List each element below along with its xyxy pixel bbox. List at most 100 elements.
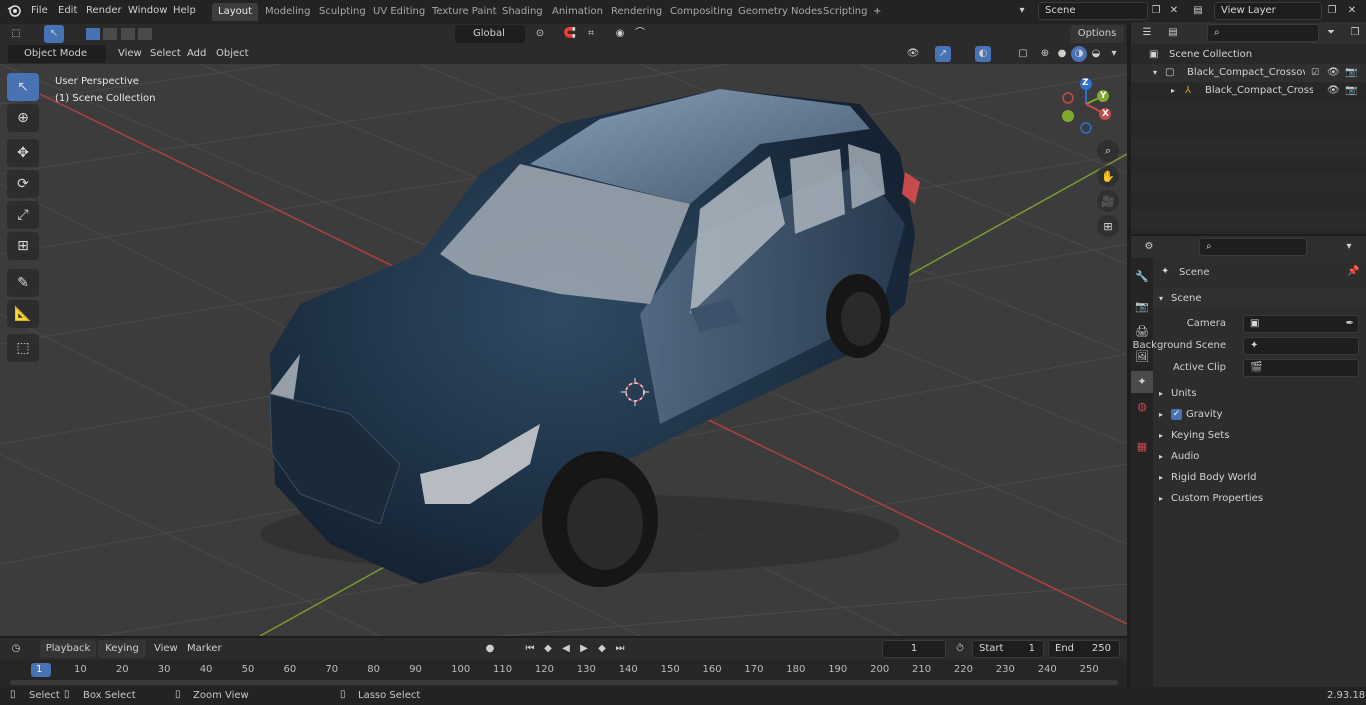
filter-icon[interactable]: ⏷ [1323, 25, 1339, 41]
visibility-icon[interactable]: 👁 [905, 46, 921, 62]
end-frame-field[interactable]: End 250 [1048, 640, 1120, 658]
checkbox-icon[interactable]: ☑ [1311, 64, 1319, 82]
eyedropper-icon[interactable]: ✒ [1346, 316, 1354, 332]
playback-menu[interactable]: Playback [40, 640, 96, 658]
ortho-toggle-icon[interactable]: ⊞ [1097, 215, 1119, 237]
scene-tab-icon[interactable]: ✦ [1131, 371, 1153, 393]
object-mode-dropdown[interactable]: Object Mode [8, 45, 106, 63]
timeline[interactable]: 1 10 20 30 40 50 60 70 80 90 100 110 120 130 140 150 160… [0, 660, 1127, 687]
eye-icon[interactable]: 👁 [1327, 64, 1340, 82]
tab-sculpting[interactable]: Sculpting [313, 3, 372, 21]
panel-audio[interactable]: ▸ Audio [1153, 446, 1366, 467]
menu-edit[interactable]: Edit [58, 0, 77, 22]
tool-transform[interactable]: ⊞ [7, 232, 39, 260]
display-mode-icon[interactable]: ▤ [1165, 25, 1181, 41]
background-scene-field[interactable]: ✦ [1243, 337, 1359, 355]
outliner-search-input[interactable]: ⌕ [1207, 24, 1319, 42]
play-reverse-icon[interactable]: ◀ [558, 641, 574, 657]
eye-icon[interactable]: 👁 [1327, 82, 1340, 100]
select-tool-icon[interactable]: ↖ [44, 25, 64, 43]
menu-help[interactable]: Help [173, 0, 196, 22]
overlay-icon[interactable]: ◐ [975, 46, 991, 62]
viewport-menu-select[interactable]: Select [150, 44, 181, 64]
viewport-menu-object[interactable]: Object [216, 44, 249, 64]
proportional-edit-icon[interactable]: ◉ [612, 26, 628, 42]
solid-shading-icon[interactable]: ● [1054, 46, 1070, 62]
xray-icon[interactable]: ▢ [1015, 46, 1031, 62]
outliner-row[interactable]: ▾ ▢ Black_Compact_Crossover_SUV ☑ 👁 📷 [1131, 64, 1366, 82]
tool-tab-icon[interactable]: 🔧 [1131, 266, 1153, 288]
tab-animation[interactable]: Animation [546, 3, 609, 21]
panel-gravity[interactable]: ▸ ✓ Gravity [1153, 404, 1366, 425]
options-button[interactable]: Options [1070, 25, 1124, 43]
tab-layout[interactable]: Layout [212, 3, 258, 21]
jump-end-icon[interactable]: ⏭ [612, 641, 628, 657]
properties-options-icon[interactable]: ▾ [1341, 239, 1357, 255]
outliner-row[interactable]: ▸ ⅄ Black_Compact_Crossover 👁 📷 [1131, 82, 1366, 100]
menu-window[interactable]: Window [128, 0, 167, 22]
next-keyframe-icon[interactable]: ◆ [594, 641, 610, 657]
selection-mode-group[interactable] [78, 25, 160, 43]
rendered-shading-icon[interactable]: ◒ [1088, 46, 1104, 62]
close-scene-icon[interactable]: ✕ [1166, 3, 1182, 19]
play-icon[interactable]: ▶ [576, 641, 592, 657]
tool-rotate[interactable]: ⟳ [7, 170, 39, 198]
new-collection-icon[interactable]: ❐ [1347, 25, 1363, 41]
pin-icon[interactable]: 📌 [1347, 266, 1359, 277]
keying-menu[interactable]: Keying [98, 640, 146, 658]
properties-search-input[interactable]: ⌕ [1199, 238, 1307, 256]
tool-move[interactable]: ✥ [7, 139, 39, 167]
snap-target-icon[interactable]: ⌗ [583, 26, 599, 42]
close-layer-icon[interactable]: ✕ [1344, 3, 1360, 19]
timeline-marker-menu[interactable]: Marker [187, 639, 222, 659]
tab-shading[interactable]: Shading [496, 3, 549, 21]
prev-keyframe-icon[interactable]: ◆ [540, 641, 556, 657]
scene-name-field[interactable]: Scene [1038, 2, 1148, 20]
gizmo-icon[interactable]: ↗ [935, 46, 951, 62]
record-icon[interactable]: ● [482, 641, 498, 657]
tool-measure[interactable]: 📐 [7, 300, 39, 328]
panel-rigid-body-world[interactable]: ▸ Rigid Body World [1153, 467, 1366, 488]
viewport-menu-view[interactable]: View [118, 44, 142, 64]
tab-uv-editing[interactable]: UV Editing [367, 3, 431, 21]
tab-geometry-nodes[interactable]: Geometry Nodes [732, 3, 828, 21]
menu-render[interactable]: Render [86, 0, 122, 22]
falloff-icon[interactable]: ⌒ [632, 26, 648, 42]
timeline-scrollbar[interactable] [10, 680, 1118, 685]
tab-texture-paint[interactable]: Texture Paint [426, 3, 503, 21]
shading-options-icon[interactable]: ▾ [1106, 46, 1122, 62]
current-frame-field[interactable]: 1 [882, 640, 946, 658]
outliner-root-row[interactable]: ▣ Scene Collection [1131, 46, 1366, 64]
panel-custom-properties[interactable]: ▸ Custom Properties [1153, 488, 1366, 509]
panel-keying-sets[interactable]: ▸ Keying Sets [1153, 425, 1366, 446]
editor-type-icon[interactable]: ⬚ [8, 26, 24, 42]
zoom-view-icon[interactable]: ⌕ [1097, 140, 1119, 162]
view-layer-field[interactable]: View Layer [1214, 2, 1322, 20]
stopwatch-icon[interactable]: ⏱ [952, 641, 968, 657]
tab-compositing[interactable]: Compositing [664, 3, 739, 21]
camera-view-icon[interactable]: 🎥 [1097, 190, 1119, 212]
jump-start-icon[interactable]: ⏮ [522, 641, 538, 657]
properties-editor-icon[interactable]: ⚙ [1141, 239, 1157, 255]
tool-scale[interactable]: ⤢ [7, 201, 39, 229]
duplicate-layer-icon[interactable]: ❐ [1324, 3, 1340, 19]
add-workspace-button[interactable]: + [867, 3, 887, 21]
viewport-menu-add[interactable]: Add [187, 44, 206, 64]
render-tab-icon[interactable]: 📷 [1131, 296, 1153, 318]
tool-select-box[interactable]: ↖ [7, 73, 39, 101]
pan-view-icon[interactable]: ✋ [1097, 165, 1119, 187]
transform-orientation-dropdown[interactable]: Global [455, 25, 525, 43]
camera-icon[interactable]: 📷 [1345, 64, 1357, 82]
3d-viewport[interactable]: User Perspective (1) Scene Collection ↖ … [0, 64, 1127, 636]
camera-field[interactable]: ▣ ✒ [1243, 315, 1359, 333]
active-clip-field[interactable]: 🎬 [1243, 359, 1359, 377]
tab-modeling[interactable]: Modeling [259, 3, 317, 21]
snap-icon[interactable]: 🧲 [562, 26, 578, 42]
wireframe-shading-icon[interactable]: ⊕ [1037, 46, 1053, 62]
tab-rendering[interactable]: Rendering [605, 3, 668, 21]
tool-add-cube[interactable]: ⬚ [7, 334, 39, 362]
start-frame-field[interactable]: Start 1 [972, 640, 1044, 658]
tool-annotate[interactable]: ✎ [7, 269, 39, 297]
world-tab-icon[interactable]: ◍ [1131, 396, 1153, 418]
menu-file[interactable]: File [31, 0, 48, 22]
